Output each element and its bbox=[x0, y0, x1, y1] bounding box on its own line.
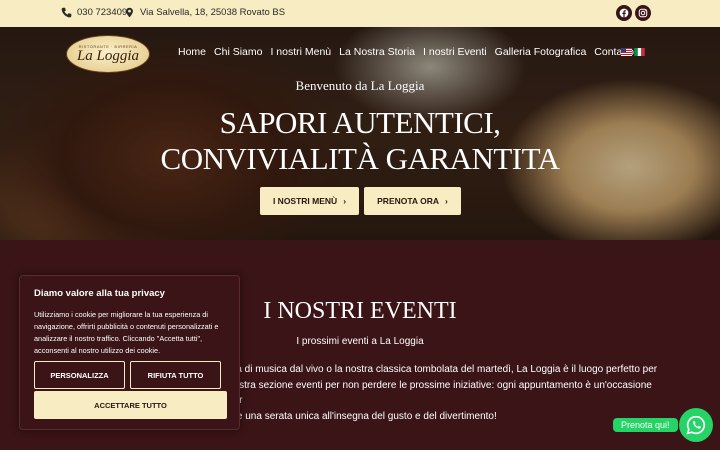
facebook-icon[interactable] bbox=[616, 5, 632, 21]
events-description: ata di musica dal vivo o la nostra class… bbox=[228, 362, 668, 424]
hero-headline: SAPORI AUTENTICI, CONVIVIALITÀ GARANTITA bbox=[0, 105, 720, 177]
whatsapp-label[interactable]: Prenota qui! bbox=[613, 418, 678, 432]
events-line: ere una serata unica all'insegna del gus… bbox=[228, 410, 497, 422]
phone-contact[interactable]: 030 723409 bbox=[61, 7, 127, 18]
whatsapp-button[interactable] bbox=[679, 408, 713, 442]
nav-item-home[interactable]: Home bbox=[178, 46, 206, 58]
hero-welcome: Benvenuto da La Loggia bbox=[295, 78, 425, 93]
menu-button[interactable]: I NOSTRI MENÙ › bbox=[260, 187, 359, 215]
language-switcher bbox=[621, 48, 645, 56]
book-now-button-label: PRENOTA ORA bbox=[377, 196, 440, 206]
customize-cookies-button[interactable]: PERSONALIZZA bbox=[34, 361, 125, 389]
menu-button-label: I NOSTRI MENÙ bbox=[272, 196, 338, 206]
cookie-text: Utilizziamo i cookie per migliorare la t… bbox=[34, 310, 219, 355]
hero-headline-line-2: CONVIVIALITÀ GARANTITA bbox=[160, 141, 560, 176]
location-pin-icon bbox=[126, 7, 133, 18]
instagram-icon[interactable] bbox=[635, 5, 651, 21]
reject-all-cookies-button[interactable]: RIFIUTA TUTTO bbox=[130, 361, 221, 389]
address-text: Via Salvella, 18, 25038 Rovato BS bbox=[140, 7, 286, 18]
hero-section: RISTORANTE · BIRRERIA La Loggia Home Chi… bbox=[0, 27, 720, 240]
whatsapp-icon bbox=[686, 415, 706, 435]
events-line: nostra sezione eventi per non perdere le… bbox=[228, 379, 652, 407]
cookie-title: Diamo valore alla tua privacy bbox=[34, 288, 165, 299]
phone-icon bbox=[61, 7, 72, 18]
nav-item-menu[interactable]: I nostri Menù bbox=[270, 46, 331, 58]
main-nav: Home Chi Siamo I nostri Menù La Nostra S… bbox=[178, 46, 642, 58]
address-contact[interactable]: Via Salvella, 18, 25038 Rovato BS bbox=[124, 7, 285, 18]
events-line: ata di musica dal vivo o la nostra class… bbox=[228, 364, 658, 375]
english-flag-icon[interactable] bbox=[621, 48, 632, 56]
chevron-right-icon: › bbox=[343, 196, 347, 206]
nav-item-eventi[interactable]: I nostri Eventi bbox=[423, 46, 487, 58]
top-bar: 030 723409 Via Salvella, 18, 25038 Rovat… bbox=[0, 0, 720, 27]
nav-item-chi-siamo[interactable]: Chi Siamo bbox=[214, 46, 262, 58]
hero-headline-line-1: SAPORI AUTENTICI, bbox=[219, 105, 501, 140]
phone-number: 030 723409 bbox=[77, 7, 128, 18]
site-logo[interactable]: RISTORANTE · BIRRERIA La Loggia bbox=[66, 35, 150, 73]
logo-name: La Loggia bbox=[76, 48, 140, 64]
book-now-button[interactable]: PRENOTA ORA › bbox=[364, 187, 461, 215]
nav-item-galleria[interactable]: Galleria Fotografica bbox=[495, 46, 587, 58]
italian-flag-icon[interactable] bbox=[634, 48, 645, 56]
accept-all-cookies-button[interactable]: ACCETTARE TUTTO bbox=[34, 391, 227, 419]
chevron-right-icon: › bbox=[445, 196, 448, 206]
nav-item-storia[interactable]: La Nostra Storia bbox=[339, 46, 415, 58]
